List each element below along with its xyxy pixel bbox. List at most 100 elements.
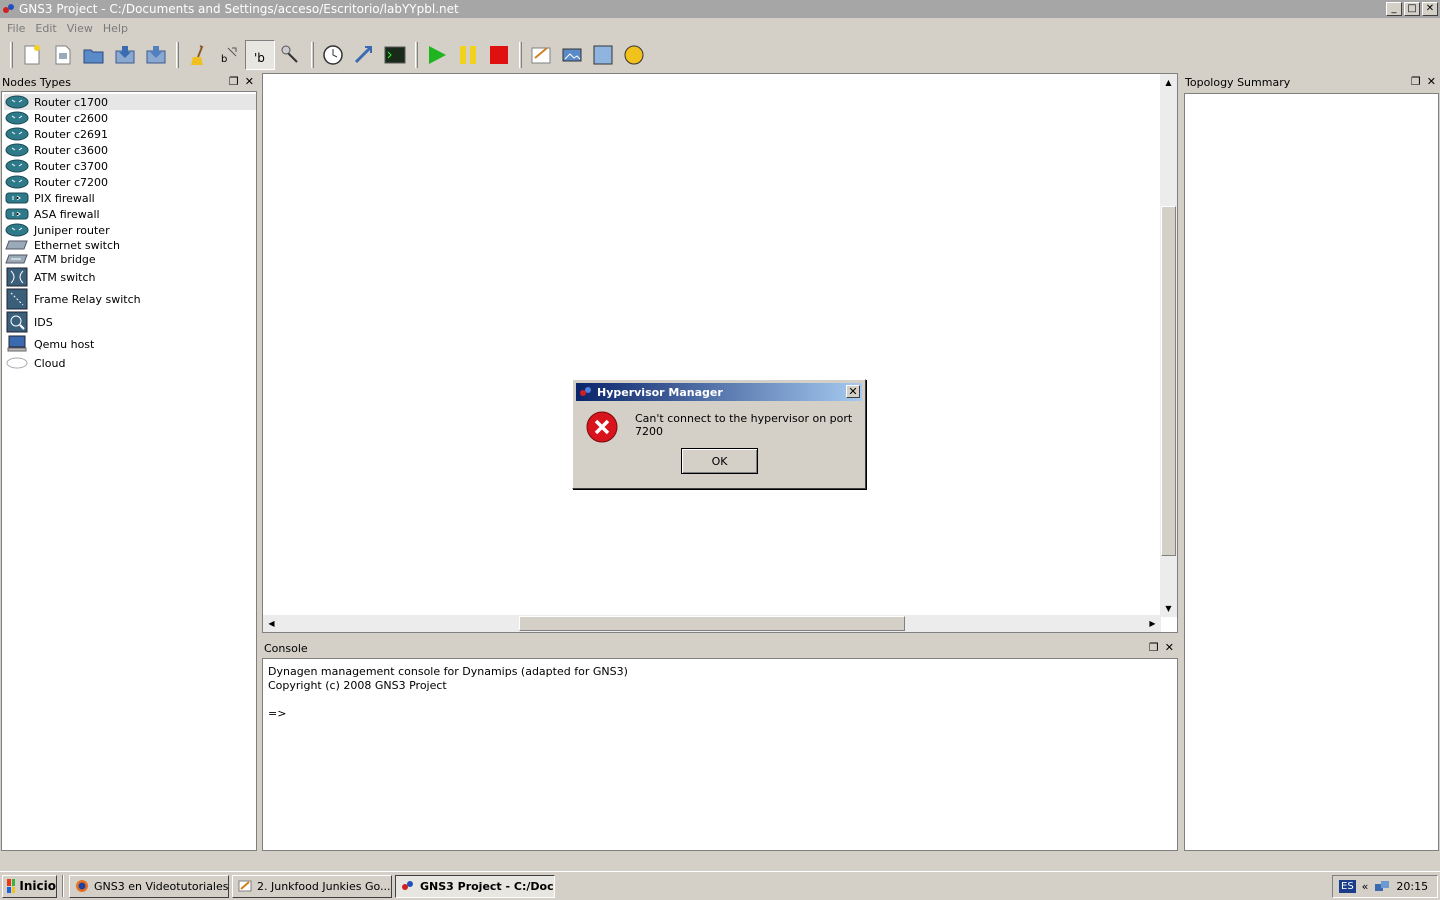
play-icon [429, 46, 446, 64]
svg-text:'b: 'b [254, 51, 265, 65]
capture-button[interactable] [349, 40, 379, 70]
menu-help[interactable]: Help [98, 22, 133, 35]
canvas-vertical-scrollbar[interactable]: ▲ ▼ [1160, 74, 1177, 617]
node-router-c2691[interactable]: Router c2691 [4, 126, 256, 142]
capture-icon [354, 45, 373, 64]
router-icon [4, 110, 30, 126]
toolbar-separator-4 [519, 42, 522, 68]
close-panel-icon[interactable]: ✕ [1165, 641, 1174, 654]
node-label: Ethernet switch [34, 238, 120, 252]
scroll-up-icon[interactable]: ▲ [1161, 75, 1176, 90]
computer-icon [4, 335, 30, 352]
node-atm-switch[interactable]: ATM switch [4, 267, 256, 287]
node-router-c3700[interactable]: Router c3700 [4, 158, 256, 174]
node-atm-bridge[interactable]: ATM bridge [4, 251, 256, 267]
insert-picture-button[interactable] [557, 40, 587, 70]
start-all-button[interactable] [422, 40, 452, 70]
taskbar: Inicio GNS3 en Videotutoriales:... 2. Ju… [0, 871, 1440, 900]
close-window-button[interactable]: ✕ [1422, 2, 1438, 16]
console-output[interactable]: Dynagen management console for Dynamips … [262, 658, 1178, 851]
node-router-c7200[interactable]: Router c7200 [4, 174, 256, 190]
topology-summary-tree[interactable] [1184, 93, 1439, 851]
node-frame-relay-switch[interactable]: Frame Relay switch [4, 287, 256, 311]
topology-canvas[interactable]: ▲ ▼ ◀ ▶ [262, 73, 1178, 633]
idle-pc-button[interactable] [318, 40, 348, 70]
ok-button[interactable]: OK [681, 448, 758, 474]
undock-icon[interactable]: ❐ [1149, 641, 1159, 654]
dialog-title: Hypervisor Manager [597, 385, 723, 399]
draw-ellipse-button[interactable] [619, 40, 649, 70]
node-label: Cloud [34, 356, 66, 370]
stop-all-button[interactable] [484, 40, 514, 70]
task-label: 2. Junkfood Junkies Go... [257, 879, 391, 893]
scroll-left-icon[interactable]: ◀ [264, 616, 279, 631]
menu-file[interactable]: File [2, 22, 30, 35]
show-interfaces-button[interactable]: b [214, 40, 244, 70]
svg-text:b: b [221, 54, 227, 65]
cloud-icon [4, 355, 30, 371]
router-icon [4, 94, 30, 110]
bridge-icon [4, 251, 30, 267]
minimize-button[interactable]: _ [1386, 2, 1402, 16]
dialog-close-button[interactable]: ✕ [846, 385, 860, 398]
node-juniper-router[interactable]: Juniper router [4, 222, 256, 238]
vertical-scroll-thumb[interactable] [1161, 206, 1176, 556]
menu-edit[interactable]: Edit [30, 22, 61, 35]
node-qemu-host[interactable]: Qemu host [4, 335, 256, 353]
firewall-icon [4, 190, 30, 206]
draw-rectangle-button[interactable] [588, 40, 618, 70]
new-project-button[interactable] [17, 40, 47, 70]
canvas-horizontal-scrollbar[interactable]: ◀ ▶ [263, 615, 1161, 632]
gns3-app-icon [580, 387, 591, 396]
node-label: ATM switch [34, 270, 96, 284]
save-project-button[interactable] [110, 40, 140, 70]
scroll-right-icon[interactable]: ▶ [1145, 616, 1160, 631]
node-router-c3600[interactable]: Router c3600 [4, 142, 256, 158]
task-junkfood[interactable]: 2. Junkfood Junkies Go... [232, 874, 392, 898]
close-panel-icon[interactable]: ✕ [245, 75, 254, 88]
maximize-button[interactable]: □ [1404, 2, 1420, 16]
save-as-button[interactable] [141, 40, 171, 70]
clear-button[interactable] [183, 40, 213, 70]
status-bar [0, 851, 1440, 871]
start-button[interactable]: Inicio [2, 874, 57, 898]
node-pix-firewall[interactable]: PIX firewall [4, 190, 256, 206]
node-asa-firewall[interactable]: ASA firewall [4, 206, 256, 222]
system-tray: ES « 20:15 [1332, 875, 1438, 898]
atm-switch-icon [4, 267, 30, 287]
task-gns3[interactable]: GNS3 Project - C:/Doc... [395, 874, 555, 898]
scroll-down-icon[interactable]: ▼ [1161, 601, 1176, 616]
close-panel-icon[interactable]: ✕ [1427, 75, 1436, 88]
undock-icon[interactable]: ❐ [1411, 75, 1421, 88]
undock-icon[interactable]: ❐ [229, 75, 239, 88]
toolbar-separator-3 [415, 42, 418, 68]
add-link-button[interactable] [276, 40, 306, 70]
console-all-button[interactable] [380, 40, 410, 70]
router-icon [4, 142, 30, 158]
horizontal-scroll-thumb[interactable] [519, 616, 905, 631]
language-indicator[interactable]: ES [1339, 880, 1356, 893]
router-icon [4, 126, 30, 142]
task-firefox[interactable]: GNS3 en Videotutoriales:... [69, 874, 229, 898]
router-icon [4, 222, 30, 238]
network-icon[interactable] [1374, 880, 1390, 894]
add-note-button[interactable] [526, 40, 556, 70]
open-project-button[interactable] [79, 40, 109, 70]
node-label: Router c3600 [34, 143, 108, 157]
node-label: Frame Relay switch [34, 292, 141, 306]
node-router-c1700[interactable]: Router c1700 [4, 94, 256, 110]
suspend-all-button[interactable] [453, 40, 483, 70]
node-ids[interactable]: IDS [4, 311, 256, 333]
note-icon [531, 47, 551, 64]
firefox-icon [76, 880, 88, 892]
node-cloud[interactable]: Cloud [4, 354, 256, 372]
show-hidden-icons[interactable]: « [1362, 880, 1369, 893]
menu-view[interactable]: View [62, 22, 98, 35]
snapshot-button[interactable] [48, 40, 78, 70]
show-hostnames-button[interactable]: 'b [245, 40, 275, 70]
rectangle-icon [593, 45, 613, 65]
interface-labels-icon: b [221, 47, 237, 65]
dialog-titlebar: Hypervisor Manager ✕ [576, 383, 862, 401]
node-router-c2600[interactable]: Router c2600 [4, 110, 256, 126]
window-title: GNS3 Project - C:/Documents and Settings… [19, 2, 459, 16]
